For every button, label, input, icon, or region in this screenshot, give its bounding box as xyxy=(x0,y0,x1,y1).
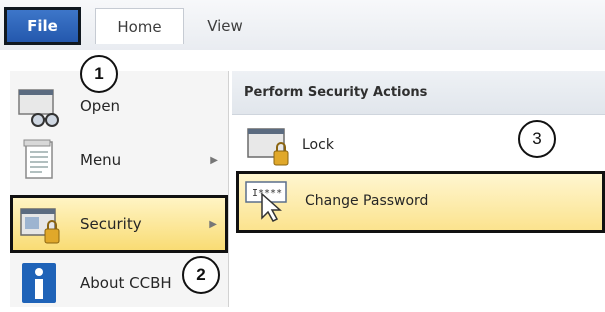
step-callout-1: 1 xyxy=(80,55,118,93)
window-lock-icon xyxy=(247,128,289,166)
menu-item-open-label: Open xyxy=(80,97,121,115)
menu-item-about-label: About CCBH xyxy=(80,274,172,292)
info-icon xyxy=(22,263,56,303)
menu-item-menu[interactable]: Menu ▶ xyxy=(10,131,228,189)
menu-item-menu-label: Menu xyxy=(80,151,122,169)
document-icon xyxy=(23,139,53,179)
step-callout-3: 3 xyxy=(518,120,556,158)
svg-text:I****: I**** xyxy=(252,188,282,199)
security-actions-panel: Perform Security Actions Lock I**** Chan… xyxy=(232,71,605,307)
password-cursor-icon: I**** xyxy=(245,181,287,222)
ribbon-tab-bar: File Home View xyxy=(0,0,605,50)
change-password-label: Change Password xyxy=(305,193,429,209)
menu-item-security-label: Security xyxy=(80,215,142,233)
chevron-right-icon: ▶ xyxy=(209,218,217,230)
folder-glasses-icon xyxy=(18,89,59,127)
tab-home[interactable]: Home xyxy=(95,8,184,44)
window-lock-icon xyxy=(20,208,60,244)
panel-header: Perform Security Actions xyxy=(232,71,605,115)
lock-action-label: Lock xyxy=(302,137,334,153)
file-backstage-menu: Open Menu ▶ Security ▶ About CCBH Perfor… xyxy=(0,71,605,307)
tab-view[interactable]: View xyxy=(195,8,255,44)
change-password-action[interactable]: I**** Change Password xyxy=(236,171,605,233)
file-tab[interactable]: File xyxy=(4,7,81,45)
chevron-right-icon: ▶ xyxy=(210,154,218,166)
step-callout-2: 2 xyxy=(182,256,220,294)
menu-item-open[interactable]: Open xyxy=(10,77,228,135)
menu-item-security[interactable]: Security ▶ xyxy=(10,195,228,253)
